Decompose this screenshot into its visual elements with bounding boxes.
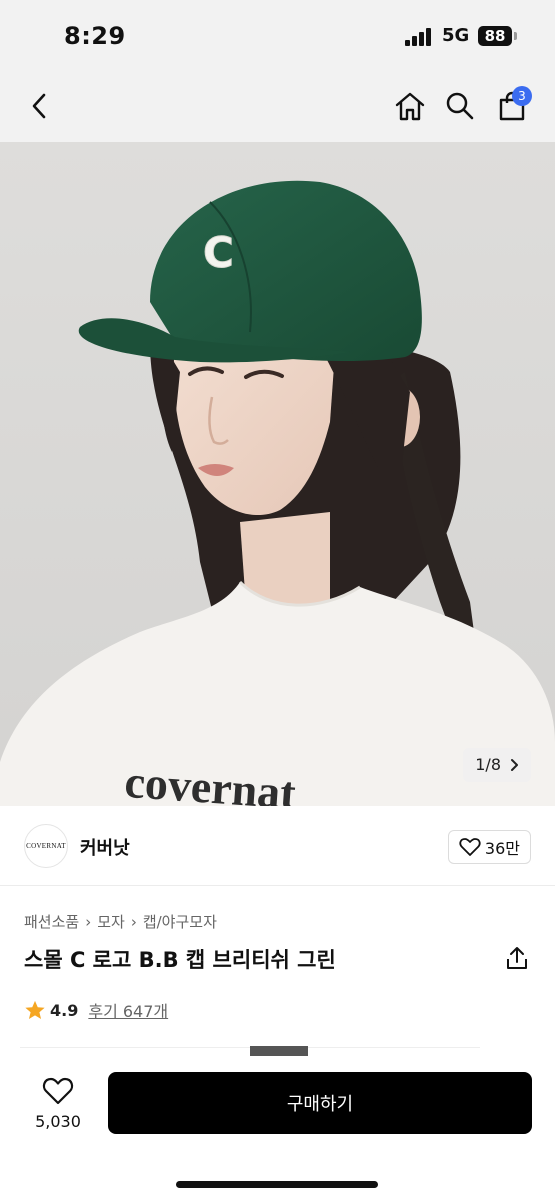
chevron-left-icon — [32, 93, 46, 119]
battery-tip — [514, 32, 517, 40]
status-time: 8:29 — [64, 22, 126, 50]
image-counter-label: 1/8 — [475, 755, 501, 774]
search-icon — [446, 92, 474, 120]
brand-name[interactable]: 커버낫 — [80, 834, 130, 860]
battery-icon: 88 — [478, 26, 512, 46]
cart-button[interactable]: 3 — [490, 84, 534, 128]
review-link[interactable]: 후기 647개 — [88, 998, 168, 1022]
brand-like-count: 36만 — [484, 839, 520, 858]
status-bar: 8:29 5G 88 — [0, 0, 555, 70]
back-button[interactable] — [18, 84, 62, 128]
partial-thumbnail — [250, 1046, 308, 1056]
share-icon — [507, 947, 527, 969]
star-icon — [25, 1000, 45, 1019]
heart-icon — [42, 1077, 74, 1105]
top-nav: 3 — [0, 70, 555, 142]
home-icon — [395, 92, 425, 121]
rating-row: 4.9 후기 647개 — [24, 998, 168, 1022]
breadcrumb-separator-icon: › — [85, 912, 92, 931]
buy-button[interactable]: 구매하기 — [108, 1072, 532, 1134]
bottom-action-bar: 5,030 구매하기 — [0, 1058, 555, 1200]
brand-logo-text: COVERNAT — [26, 842, 66, 850]
signal-icon — [405, 28, 435, 46]
breadcrumb-item[interactable]: 패션소품 — [24, 911, 79, 932]
heart-icon — [459, 838, 481, 856]
breadcrumb-item[interactable]: 모자 — [97, 911, 125, 932]
home-button[interactable] — [388, 84, 432, 128]
breadcrumb-separator-icon: › — [130, 912, 137, 931]
brand-logo[interactable]: COVERNAT — [24, 824, 68, 868]
search-button[interactable] — [438, 84, 482, 128]
product-title: 스몰 C 로고 B.B 캡 브리티쉬 그린 — [24, 948, 336, 972]
breadcrumb: 패션소품 › 모자 › 캡/야구모자 — [24, 911, 217, 932]
brand-like-button[interactable]: 36만 — [447, 830, 531, 864]
wishlist-button[interactable]: 5,030 — [28, 1076, 88, 1131]
brand-row: COVERNAT 커버낫 36만 — [0, 806, 555, 886]
share-button[interactable] — [503, 944, 531, 972]
cart-count-badge: 3 — [512, 86, 532, 106]
cap-logo: C — [203, 228, 234, 277]
rating-value: 4.9 — [50, 1000, 79, 1020]
product-image[interactable]: covernat C 1/8 — [0, 142, 555, 806]
model-with-cap-illustration: covernat C — [0, 142, 555, 806]
breadcrumb-item[interactable]: 캡/야구모자 — [143, 911, 217, 932]
wishlist-count: 5,030 — [35, 1112, 81, 1131]
network-label: 5G — [442, 25, 470, 46]
chevron-right-icon — [511, 759, 518, 771]
image-counter-button[interactable]: 1/8 — [463, 748, 531, 782]
home-indicator — [176, 1181, 378, 1188]
